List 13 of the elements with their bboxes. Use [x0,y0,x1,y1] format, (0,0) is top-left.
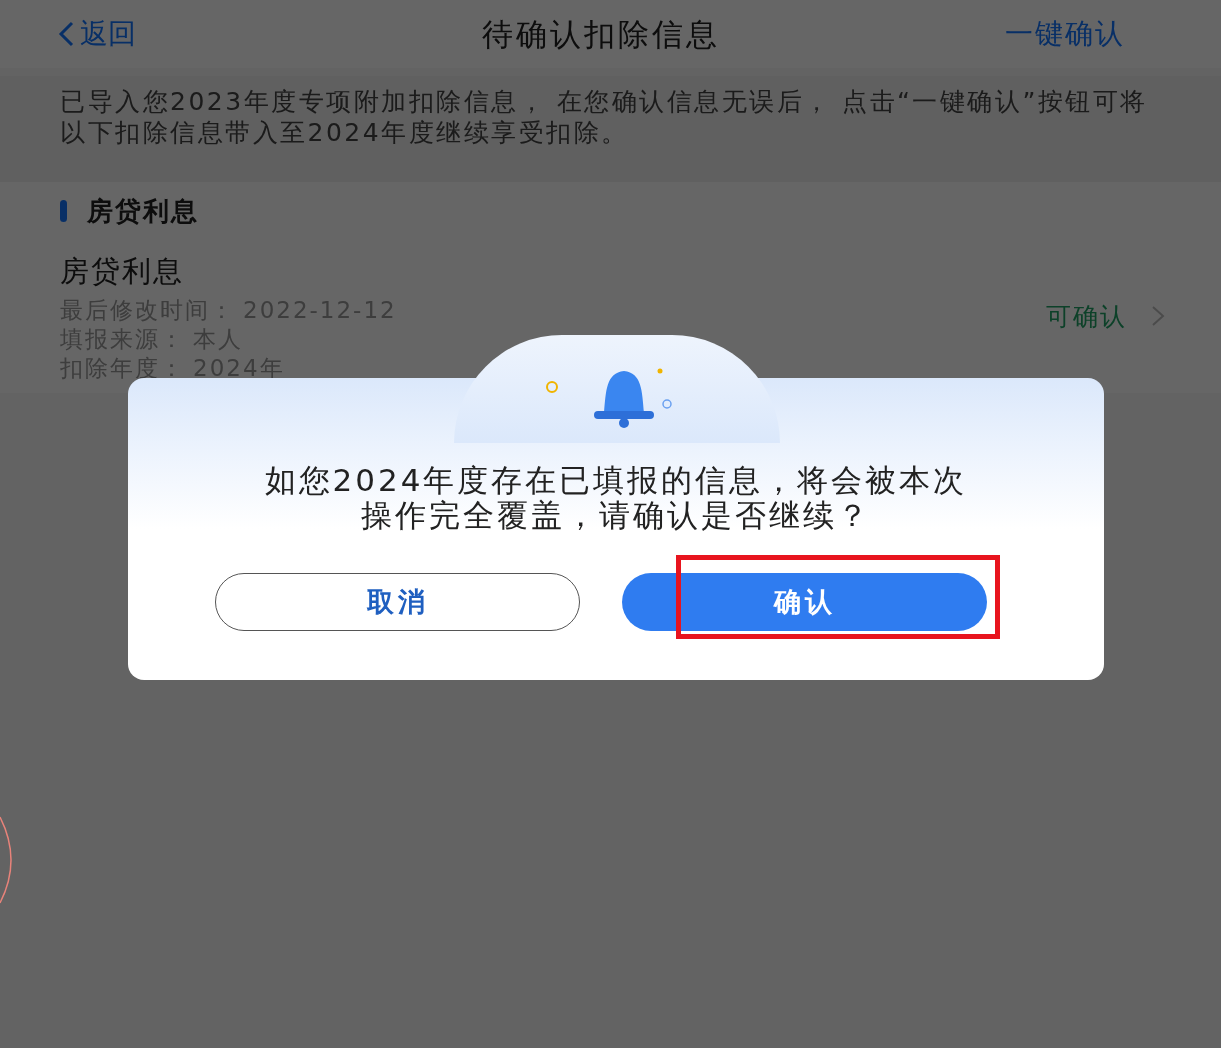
status-label: 可确认 [1046,300,1127,333]
section-marker [60,200,67,222]
dialog-message: 如您2024年度存在已填报的信息，将会被本次操作完全覆盖，请确认是否继续？ [263,463,969,533]
cancel-button[interactable]: 取消 [215,573,580,631]
confirm-all-link[interactable]: 一键确认 [1005,13,1125,55]
back-button[interactable]: 返回 [56,13,136,55]
item-title: 房贷利息 [60,253,185,290]
confirm-button[interactable]: 确认 [622,573,987,631]
page-title: 待确认扣除信息 [481,14,720,54]
chevron-right-icon [1151,305,1165,328]
section-title: 房贷利息 [87,194,199,228]
chevron-left-icon [56,20,76,48]
notice-text: 已导入您2023年度专项附加扣除信息， 在您确认信息无误后， 点击“一键确认”按钮可将以下扣除信息带入至2024年度继续享受扣除。 [60,86,1149,148]
